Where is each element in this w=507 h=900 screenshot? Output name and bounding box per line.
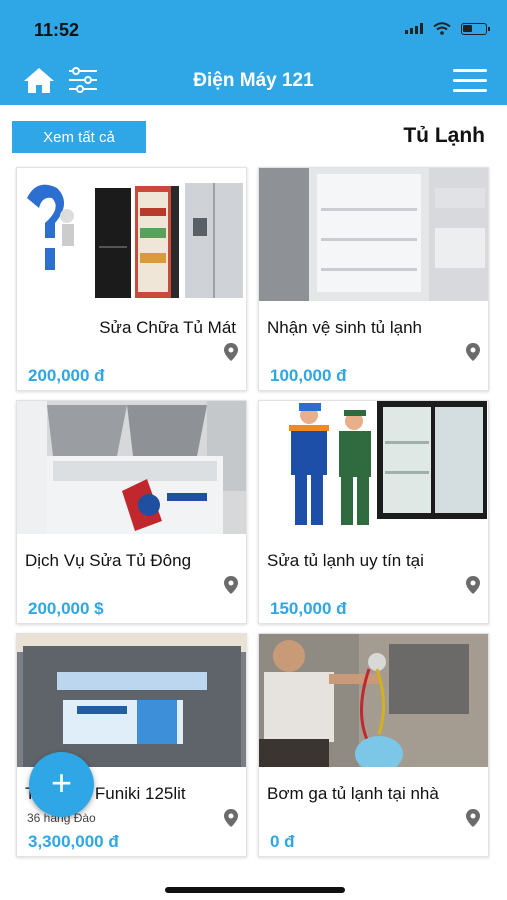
product-card[interactable]: Sửa Chữa Tủ Mát 200,000 đ [16,167,247,391]
app-bar: 11:52 Điện Máy 121 [0,0,507,105]
location-pin-icon[interactable] [224,576,238,594]
product-name: Sửa tủ lạnh uy tín tại [267,551,424,570]
product-card[interactable]: Bơm ga tủ lạnh tại nhà 0 đ [258,633,489,857]
section-title: Tủ Lạnh [403,124,485,147]
plus-icon: + [50,762,73,803]
status-icons [405,22,490,35]
product-name: Sửa Chữa Tủ Mát [99,318,236,337]
product-image-gas-refill [259,634,488,767]
product-card[interactable]: Tủ Đông Funiki 125lit 36 hàng Đào 3,300,… [16,633,247,857]
location-pin-icon[interactable] [224,343,238,361]
location-pin-icon[interactable] [466,809,480,827]
product-price: 100,000 đ [270,366,347,385]
wifi-icon [433,22,451,35]
product-price: 200,000 đ [28,366,105,385]
signal-icon [405,23,423,34]
product-price: 0 đ [270,832,295,851]
product-image-funiki-freezer [17,634,246,767]
location-pin-icon[interactable] [224,809,238,827]
home-indicator [165,887,345,893]
view-all-button[interactable]: Xem tất cả [12,121,146,153]
product-card[interactable]: Dịch Vụ Sửa Tủ Đông 200,000 $ [16,400,247,624]
product-image-technicians [259,401,488,534]
location-pin-icon[interactable] [466,576,480,594]
product-card[interactable]: Nhận vệ sinh tủ lạnh 100,000 đ [258,167,489,391]
product-image-freezer [17,401,246,534]
battery-icon [461,22,490,35]
app-title: Điện Máy 121 [193,70,314,91]
product-price: 200,000 $ [28,599,104,618]
product-name: Bơm ga tủ lạnh tại nhà [267,784,439,803]
product-image-fridge-repair [17,168,246,301]
product-card[interactable]: Sửa tủ lạnh uy tín tại 150,000 đ [258,400,489,624]
product-image-fridge-cleaning [259,168,488,301]
product-name: Nhận vệ sinh tủ lạnh [267,318,422,337]
location-pin-icon[interactable] [466,343,480,361]
status-time: 11:52 [34,20,80,40]
menu-icon[interactable] [453,69,487,93]
product-price: 3,300,000 đ [28,832,119,851]
product-name: Dịch Vụ Sửa Tủ Đông [25,551,192,570]
add-button[interactable]: + [29,752,94,817]
product-price: 150,000 đ [270,599,347,618]
